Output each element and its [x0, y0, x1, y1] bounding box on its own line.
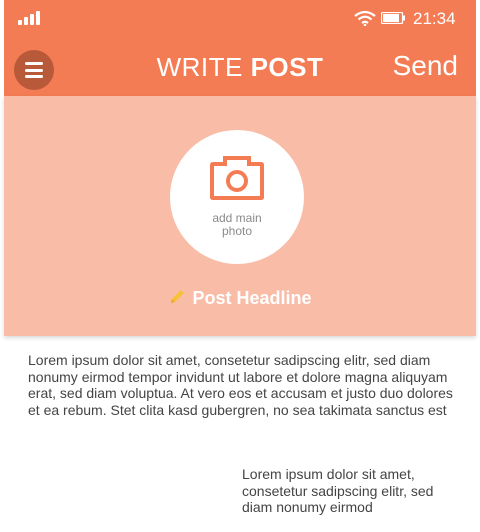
- signal-icon: [18, 11, 40, 25]
- post-headline-text: Post Headline: [192, 288, 312, 308]
- wifi-icon: [354, 10, 376, 26]
- add-main-photo-button[interactable]: add main photo: [170, 130, 304, 264]
- camera-icon: [210, 156, 264, 200]
- app-header: WRITE POST Send: [4, 44, 476, 92]
- add-main-photo-label: add main photo: [170, 212, 304, 238]
- battery-icon: [381, 12, 405, 24]
- send-button[interactable]: Send: [393, 50, 458, 82]
- top-bar: 21:34 WRITE POST Send: [4, 0, 476, 96]
- post-headline-field[interactable]: Post Headline: [4, 288, 476, 309]
- post-secondary-paragraph[interactable]: Lorem ipsum dolor sit amet, consetetur s…: [242, 466, 462, 516]
- post-hero: add main photo Post Headline: [4, 96, 476, 336]
- page-title-bold: POST: [250, 52, 324, 82]
- photo-label-line2: photo: [221, 224, 253, 238]
- post-body-paragraph[interactable]: Lorem ipsum dolor sit amet, consetetur s…: [28, 352, 460, 418]
- status-time: 21:34: [413, 9, 456, 28]
- status-bar: 21:34: [4, 0, 476, 36]
- pencil-icon: [171, 290, 185, 303]
- page-title-light: WRITE: [156, 52, 251, 82]
